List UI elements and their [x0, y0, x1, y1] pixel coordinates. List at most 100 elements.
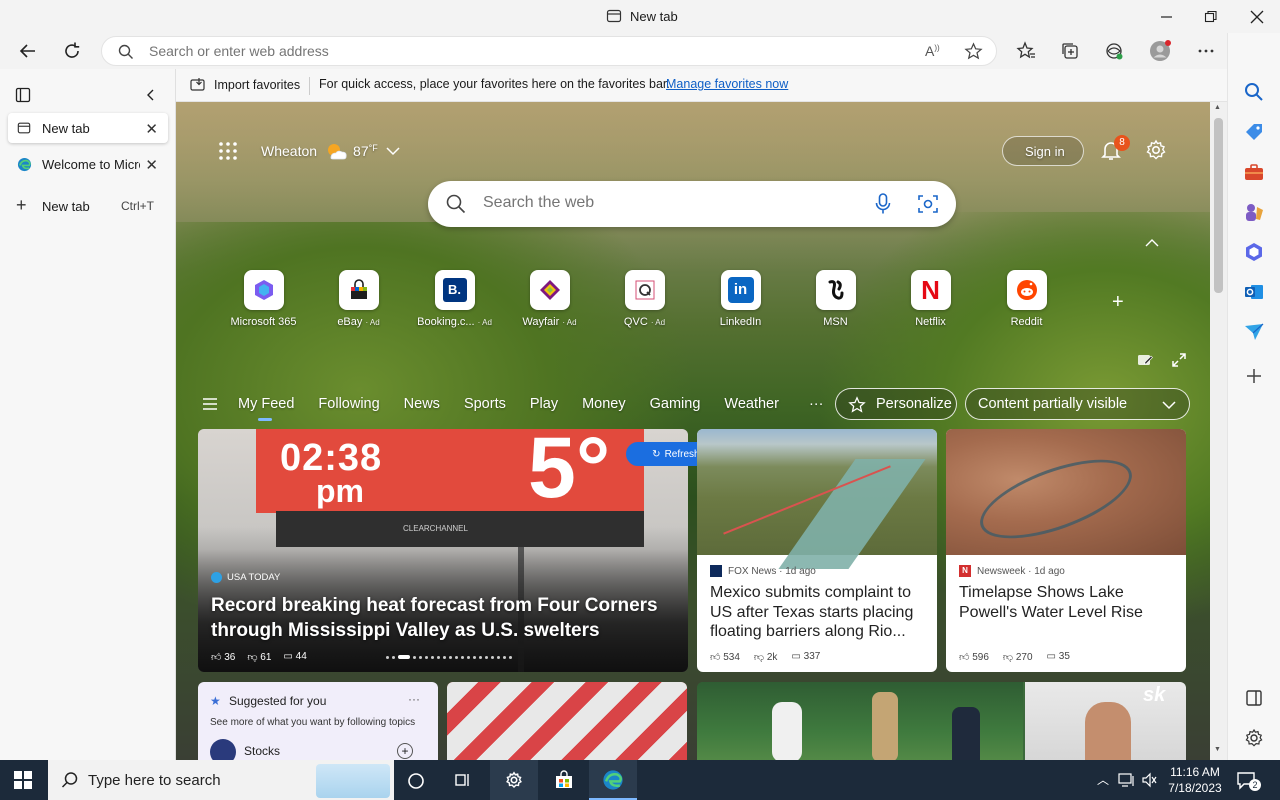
close-tab-icon[interactable]: ✕: [145, 156, 158, 174]
personalize-button[interactable]: Personalize: [835, 388, 957, 420]
carousel-dots[interactable]: [386, 655, 512, 659]
scroll-down-arrow[interactable]: ▼: [1214, 746, 1221, 753]
network-icon[interactable]: [1118, 772, 1136, 788]
search-icon[interactable]: [1243, 81, 1265, 103]
add-sidebar-app-icon[interactable]: [1243, 365, 1265, 387]
hamburger-menu-icon[interactable]: [202, 397, 218, 411]
tab-following[interactable]: Following: [318, 396, 379, 412]
tab-my-feed[interactable]: My Feed: [238, 396, 294, 421]
quick-link-booking[interactable]: B. Booking.c... · Ad: [407, 270, 502, 328]
favorites-icon[interactable]: [1014, 39, 1038, 63]
task-view-icon[interactable]: [454, 771, 472, 789]
quick-link-ebay[interactable]: eBay · Ad: [311, 270, 406, 328]
address-bar[interactable]: A)): [101, 36, 997, 66]
dislike-icon[interactable]: 👎︎: [754, 652, 764, 663]
read-aloud-icon[interactable]: A)): [925, 43, 940, 59]
sports-news-card[interactable]: sk: [697, 682, 1186, 760]
volume-icon[interactable]: [1141, 772, 1159, 788]
settings-more-icon[interactable]: [1194, 39, 1218, 63]
outlook-icon[interactable]: [1243, 281, 1265, 303]
quick-link-netflix[interactable]: N Netflix: [883, 270, 978, 328]
more-tabs-icon[interactable]: ···: [809, 396, 824, 412]
tab-money[interactable]: Money: [582, 396, 626, 412]
scrollbar-thumb[interactable]: [1214, 118, 1223, 293]
send-icon[interactable]: [1243, 321, 1265, 343]
microphone-icon[interactable]: [875, 193, 891, 215]
add-quick-link-button[interactable]: +: [1112, 291, 1124, 314]
tab-new-tab[interactable]: New tab ✕: [8, 113, 168, 143]
comment-icon[interactable]: ▭: [791, 651, 800, 662]
tab-welcome[interactable]: Welcome to Microsoft Edge ✕: [8, 149, 168, 179]
profile-avatar[interactable]: [1148, 39, 1172, 63]
refresh-button[interactable]: [60, 39, 84, 63]
favorite-star-icon[interactable]: [964, 42, 983, 61]
tab-news[interactable]: News: [404, 396, 440, 412]
minimize-button[interactable]: [1157, 7, 1177, 27]
like-icon[interactable]: 👍︎: [959, 652, 969, 663]
task-view-circle-icon[interactable]: [407, 772, 425, 790]
weather-widget[interactable]: Wheaton 87°F: [261, 141, 400, 161]
taskbar-app-edge[interactable]: [589, 760, 637, 800]
sidebar-settings-icon[interactable]: [1243, 727, 1265, 749]
import-favorites-button[interactable]: Import favorites: [190, 77, 300, 92]
taskbar-app-store[interactable]: [540, 760, 588, 800]
quick-link-reddit[interactable]: Reddit: [979, 270, 1074, 328]
chevron-up-icon[interactable]: [1145, 238, 1159, 248]
tab-gaming[interactable]: Gaming: [650, 396, 701, 412]
like-icon[interactable]: 👍︎: [710, 652, 720, 663]
taskbar-search-box[interactable]: Type here to search: [48, 760, 394, 800]
dislike-icon[interactable]: 👎︎: [247, 652, 257, 663]
content-visibility-dropdown[interactable]: Content partially visible: [965, 388, 1190, 420]
collapse-panel-icon[interactable]: [144, 87, 158, 103]
quick-link-msn[interactable]: MSN: [788, 270, 883, 328]
new-tab-button[interactable]: + New tab Ctrl+T: [8, 191, 168, 221]
web-search-input[interactable]: [483, 194, 843, 212]
news-card[interactable]: [447, 682, 687, 760]
quick-link-wayfair[interactable]: Wayfair · Ad: [502, 270, 597, 328]
more-options-icon[interactable]: ···: [408, 692, 420, 706]
games-icon[interactable]: [1243, 201, 1265, 223]
comment-icon[interactable]: ▭: [283, 651, 292, 662]
microsoft-365-icon[interactable]: [1243, 241, 1265, 263]
hero-news-card[interactable]: 02:38 pm 5° CLEARCHANNEL USA TODAY Recor…: [198, 429, 688, 672]
tools-briefcase-icon[interactable]: [1243, 161, 1265, 183]
close-window-button[interactable]: [1247, 7, 1267, 27]
address-input[interactable]: [149, 43, 909, 59]
quick-link-qvc[interactable]: QVC · Ad: [597, 270, 692, 328]
scroll-up-arrow[interactable]: ▲: [1214, 104, 1221, 111]
close-tab-icon[interactable]: ✕: [145, 120, 158, 138]
page-scrollbar[interactable]: ▲ ▼: [1210, 102, 1227, 760]
sign-in-button[interactable]: Sign in: [1002, 136, 1084, 166]
like-icon[interactable]: 👍︎: [211, 652, 221, 663]
follow-topic-button[interactable]: +: [397, 743, 413, 759]
tab-sports[interactable]: Sports: [464, 396, 506, 412]
extensions-icon[interactable]: [1102, 39, 1126, 63]
collections-icon[interactable]: [1058, 39, 1082, 63]
restore-button[interactable]: [1201, 7, 1221, 27]
back-button[interactable]: [16, 39, 40, 63]
tab-play[interactable]: Play: [530, 396, 558, 412]
news-card[interactable]: FOX News · 1d ago Mexico submits complai…: [697, 429, 937, 672]
taskbar-app-settings[interactable]: [490, 760, 538, 800]
tab-actions-icon[interactable]: [15, 87, 31, 103]
apps-launcher-icon[interactable]: [218, 141, 238, 161]
expand-icon[interactable]: [1171, 352, 1187, 368]
notifications-button[interactable]: 8: [1100, 135, 1130, 165]
manage-favorites-link[interactable]: Manage favorites now: [666, 77, 788, 91]
shopping-tag-icon[interactable]: [1243, 121, 1265, 143]
visual-search-icon[interactable]: [918, 194, 938, 214]
comment-icon[interactable]: ▭: [1047, 651, 1056, 662]
page-settings-icon[interactable]: [1145, 139, 1167, 161]
windows-start-icon[interactable]: [14, 771, 32, 789]
tab-weather[interactable]: Weather: [724, 396, 779, 412]
clock[interactable]: 11:16 AM 7/18/2023: [1166, 764, 1224, 796]
web-search-box[interactable]: [428, 181, 956, 227]
chevron-down-icon[interactable]: [386, 146, 400, 156]
action-center-button[interactable]: 2: [1236, 770, 1261, 792]
hide-sidebar-icon[interactable]: [1243, 687, 1265, 709]
edit-background-icon[interactable]: [1137, 352, 1153, 368]
quick-link-linkedin[interactable]: in LinkedIn: [693, 270, 788, 328]
quick-link-microsoft-365[interactable]: Microsoft 365: [216, 270, 311, 328]
show-hidden-icons[interactable]: ︿: [1097, 771, 1109, 788]
dislike-icon[interactable]: 👎︎: [1003, 652, 1013, 663]
